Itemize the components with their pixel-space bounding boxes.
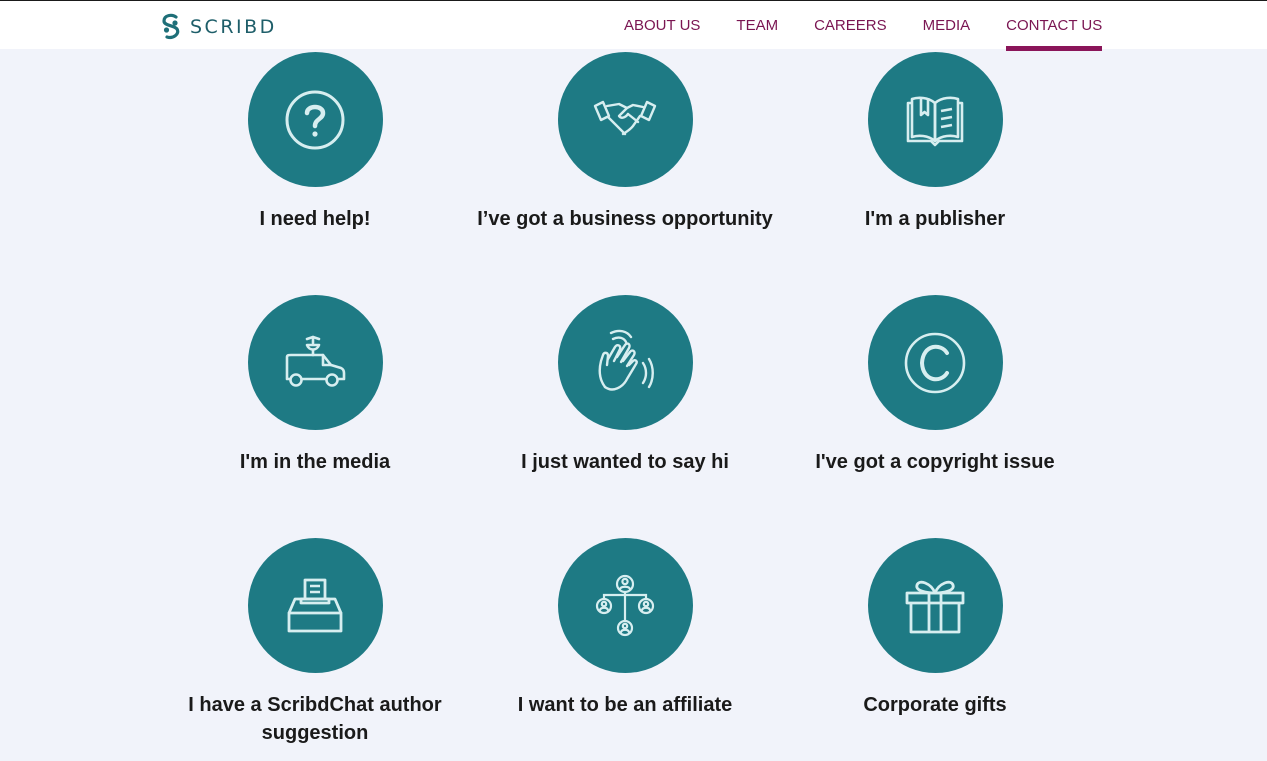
question-icon xyxy=(285,90,345,149)
contact-option-publisher[interactable]: I'm a publisher xyxy=(780,52,1090,233)
help-circle-button[interactable] xyxy=(247,52,383,187)
contact-option-label[interactable]: I just wanted to say hi xyxy=(470,448,780,476)
contact-option-author-suggestion[interactable]: I have a ScribdChat author suggestion xyxy=(160,538,470,747)
contact-option-label[interactable]: I'm in the media xyxy=(160,448,470,476)
contact-option-label[interactable]: I need help! xyxy=(160,205,470,233)
nav-about-us[interactable]: ABOUT US xyxy=(606,1,718,50)
affiliate-network-icon xyxy=(595,574,655,636)
contact-option-label[interactable]: Corporate gifts xyxy=(780,691,1090,719)
suggestion-box-icon xyxy=(287,578,343,632)
copyright-icon xyxy=(904,332,966,393)
corporate-gifts-circle-button[interactable] xyxy=(867,538,1003,673)
author-suggestion-circle-button[interactable] xyxy=(247,538,383,673)
scribd-logo-icon xyxy=(160,13,182,41)
contact-option-say-hi[interactable]: I just wanted to say hi xyxy=(470,295,780,476)
scribd-logo[interactable]: SCRIBD xyxy=(160,13,277,41)
main-nav: ABOUT US TEAM CAREERS MEDIA CONTACT US xyxy=(606,1,1120,51)
top-navigation-bar: SCRIBD ABOUT US TEAM CAREERS MEDIA CONTA… xyxy=(0,0,1267,51)
nav-team[interactable]: TEAM xyxy=(718,1,796,50)
business-circle-button[interactable] xyxy=(557,52,693,187)
contact-option-help[interactable]: I need help! xyxy=(160,52,470,233)
scribd-wordmark: SCRIBD xyxy=(190,16,277,38)
contact-option-label[interactable]: I have a ScribdChat author suggestion xyxy=(160,691,470,747)
nav-contact-us[interactable]: CONTACT US xyxy=(988,1,1120,51)
media-circle-button[interactable] xyxy=(247,295,383,430)
say-hi-circle-button[interactable] xyxy=(557,295,693,430)
nav-media[interactable]: MEDIA xyxy=(905,1,989,50)
contact-option-affiliate[interactable]: I want to be an affiliate xyxy=(470,538,780,719)
contact-option-media[interactable]: I'm in the media xyxy=(160,295,470,476)
contact-option-label[interactable]: I've got a copyright issue xyxy=(780,448,1090,476)
nav-careers[interactable]: CAREERS xyxy=(796,1,905,50)
contact-option-label[interactable]: I want to be an affiliate xyxy=(470,691,780,719)
waving-hand-icon xyxy=(598,329,654,391)
copyright-circle-button[interactable] xyxy=(867,295,1003,430)
news-van-icon xyxy=(285,335,346,387)
affiliate-circle-button[interactable] xyxy=(557,538,693,673)
contact-option-business[interactable]: I’ve got a business opportunity xyxy=(470,52,780,233)
contact-option-copyright[interactable]: I've got a copyright issue xyxy=(780,295,1090,476)
contact-option-label[interactable]: I’ve got a business opportunity xyxy=(470,205,780,233)
gift-icon xyxy=(905,580,965,633)
publisher-circle-button[interactable] xyxy=(867,52,1003,187)
contact-option-label[interactable]: I'm a publisher xyxy=(780,205,1090,233)
handshake-icon xyxy=(593,100,657,135)
open-book-icon xyxy=(906,96,964,146)
contact-option-corporate-gifts[interactable]: Corporate gifts xyxy=(780,538,1090,719)
